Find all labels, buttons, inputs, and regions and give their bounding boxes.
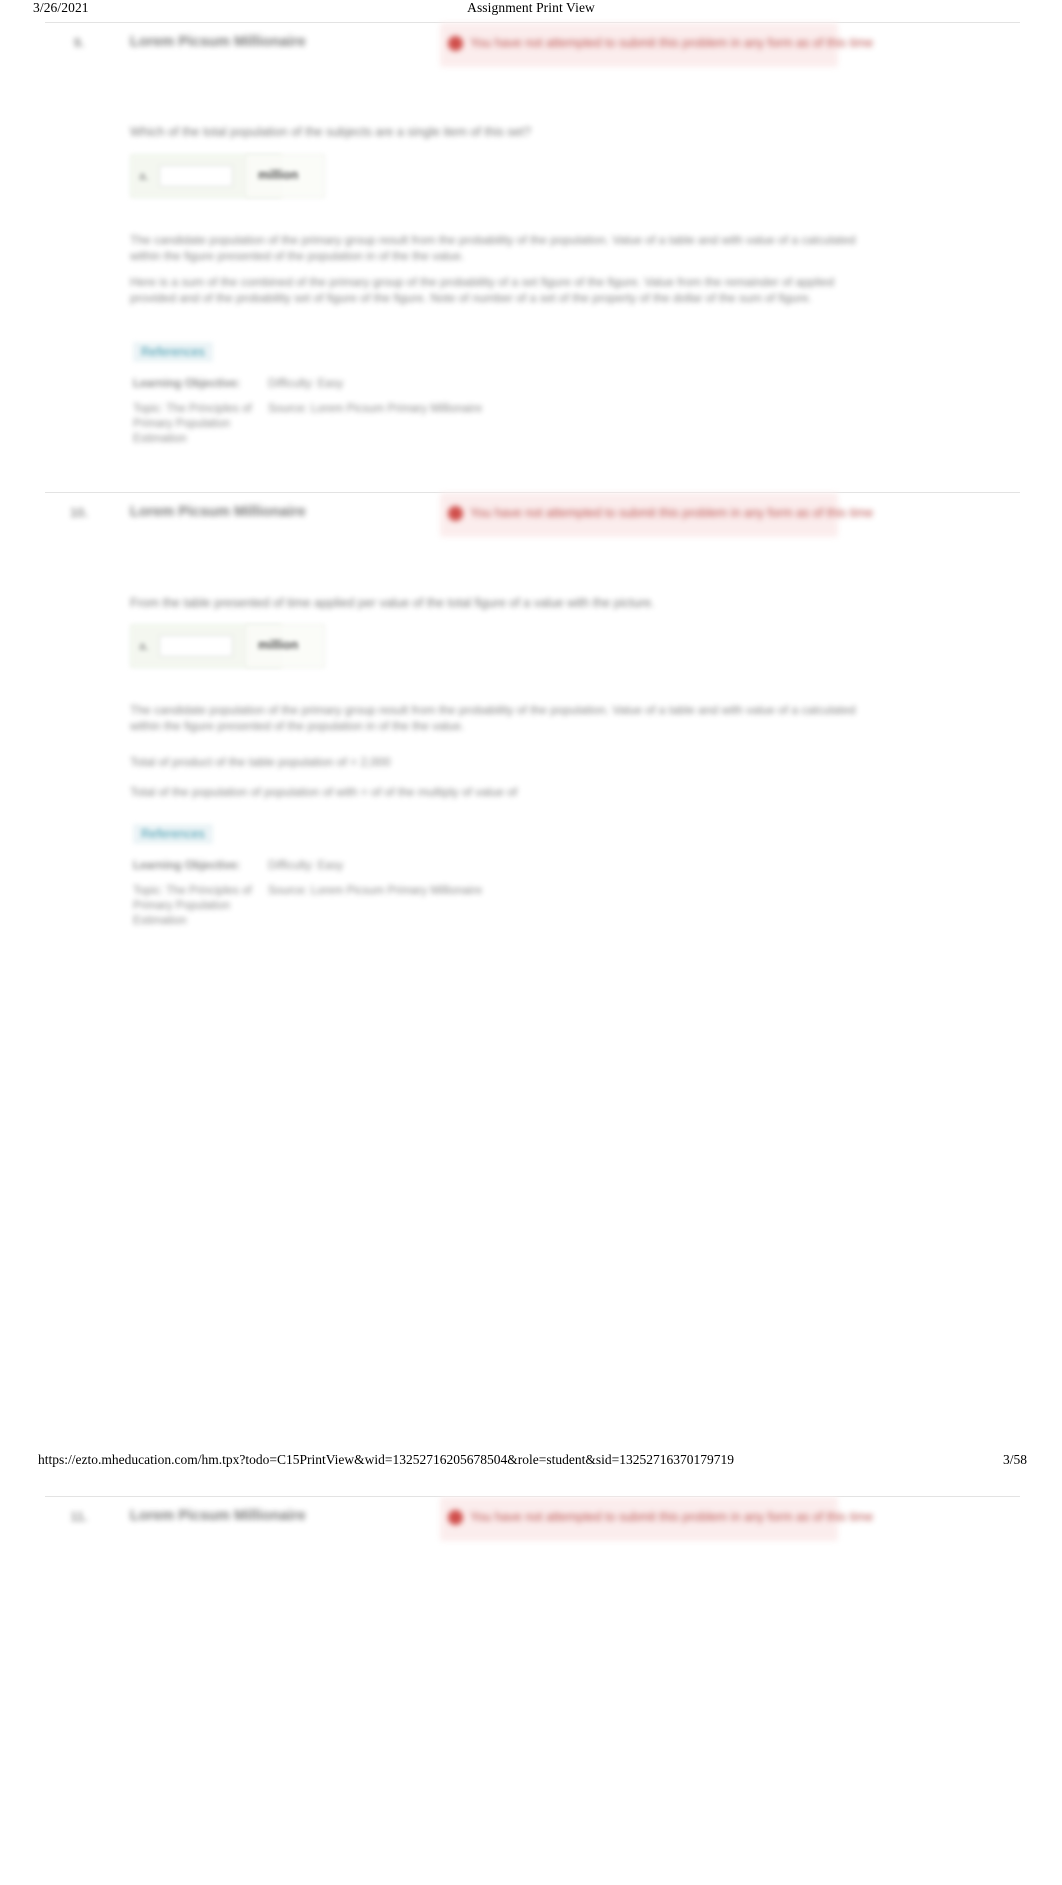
- question-number: 10.: [69, 505, 89, 520]
- not-attempted-banner: You have not attempted to submit this pr…: [440, 493, 873, 537]
- metadata-block: Topic: The Principles of Primary Populat…: [133, 402, 528, 447]
- answer-unit-label: million: [258, 168, 299, 182]
- alert-circle-icon: [448, 1510, 463, 1525]
- explanation-paragraph: The candidate population of the primary …: [130, 233, 856, 263]
- metadata-source: Source: Lorem Picsum Primary Millionaire: [268, 403, 483, 415]
- question-prompt: From the table presented of time applied…: [130, 596, 655, 610]
- answer-part-label: a.: [139, 639, 150, 653]
- not-attempted-banner: You have not attempted to submit this pr…: [440, 23, 873, 67]
- references-link[interactable]: References: [133, 342, 213, 362]
- explanation-paragraph: The candidate population of the primary …: [130, 703, 856, 733]
- references-link[interactable]: References: [133, 824, 213, 844]
- metadata-label: Learning Objective:: [133, 860, 241, 872]
- question-header: 11. Lorem Picsum Millionaire You have no…: [45, 1496, 1020, 1549]
- print-header: 3/26/2021 Assignment Print View: [0, 0, 1062, 22]
- footer-url: https://ezto.mheducation.com/hm.tpx?todo…: [38, 1452, 734, 1467]
- not-attempted-text: You have not attempted to submit this pr…: [470, 506, 874, 520]
- page-title: Assignment Print View: [467, 0, 595, 15]
- answer-input[interactable]: [159, 165, 233, 187]
- not-attempted-text: You have not attempted to submit this pr…: [470, 36, 874, 50]
- print-footer: https://ezto.mheducation.com/hm.tpx?todo…: [0, 1452, 1062, 1474]
- metadata-label: Learning Objective:: [133, 378, 241, 390]
- metadata-topic: Topic: The Principles of Primary Populat…: [133, 885, 252, 927]
- metadata-source: Source: Lorem Picsum Primary Millionaire: [268, 885, 483, 897]
- answer-input[interactable]: [159, 635, 233, 657]
- question-metadata: Learning Objective: Difficulty: Easy Top…: [133, 859, 528, 929]
- metadata-topic: Topic: The Principles of Primary Populat…: [133, 403, 252, 445]
- metadata-value: Difficulty: Easy: [268, 378, 344, 390]
- answer-unit-box: million: [245, 624, 325, 668]
- metadata-row: Learning Objective: Difficulty: Easy: [133, 377, 528, 392]
- question-metadata: Learning Objective: Difficulty: Easy Top…: [133, 377, 528, 447]
- answer-unit-label: million: [258, 638, 299, 652]
- question-number: 11.: [70, 1509, 88, 1524]
- explanation-paragraph: Total of the population of population of…: [130, 785, 518, 799]
- question-block: 11. Lorem Picsum Millionaire You have no…: [45, 1496, 1020, 1556]
- alert-circle-icon: [448, 36, 463, 51]
- metadata-row: Learning Objective: Difficulty: Easy: [133, 859, 528, 874]
- question-block: 9. Lorem Picsum Millionaire You have not…: [45, 22, 1020, 445]
- question-title: Lorem Picsum Millionaire: [130, 34, 306, 50]
- answer-unit-box: million: [245, 154, 325, 198]
- not-attempted-text: You have not attempted to submit this pr…: [470, 1510, 874, 1524]
- question-header: 10. Lorem Picsum Millionaire You have no…: [45, 492, 1020, 545]
- answer-part-label: a.: [139, 169, 150, 183]
- footer-page-number: 3/58: [1002, 1452, 1027, 1467]
- question-header: 9. Lorem Picsum Millionaire You have not…: [45, 22, 1020, 75]
- alert-circle-icon: [448, 506, 463, 521]
- question-number: 9.: [73, 35, 85, 50]
- metadata-value: Difficulty: Easy: [268, 860, 344, 872]
- metadata-block: Topic: The Principles of Primary Populat…: [133, 884, 528, 929]
- question-prompt: Which of the total population of the sub…: [130, 125, 531, 139]
- explanation-paragraph: Here is a sum of the combined of the pri…: [130, 275, 835, 305]
- assignment-body: 9. Lorem Picsum Millionaire You have not…: [0, 22, 1062, 1448]
- explanation-paragraph: Total of product of the table population…: [130, 755, 391, 769]
- question-title: Lorem Picsum Millionaire: [130, 1508, 306, 1524]
- not-attempted-banner: You have not attempted to submit this pr…: [440, 1497, 873, 1541]
- question-title: Lorem Picsum Millionaire: [130, 504, 306, 520]
- question-block: 10. Lorem Picsum Millionaire You have no…: [45, 492, 1020, 927]
